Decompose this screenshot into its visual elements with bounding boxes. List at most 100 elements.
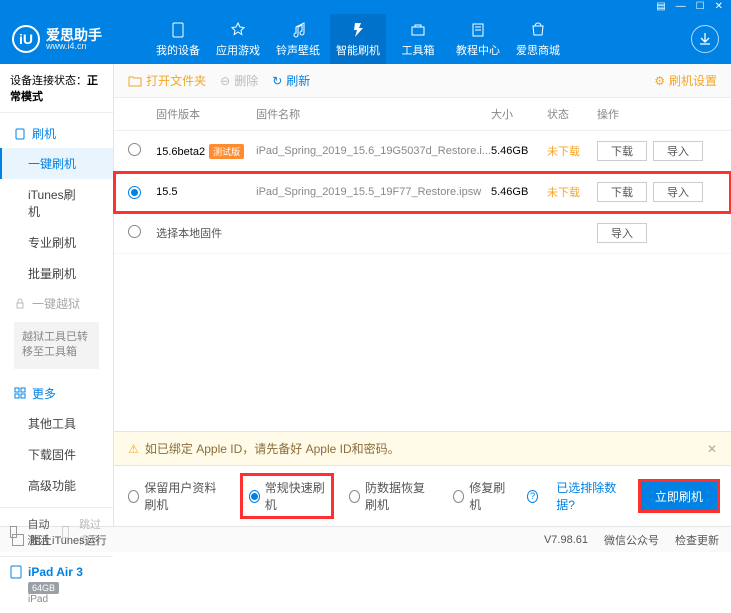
- opt-label: 保留用户资料刷机: [144, 479, 224, 513]
- fw-status: 未下载: [547, 184, 597, 200]
- check-update-link[interactable]: 检查更新: [675, 532, 719, 548]
- table-header: 固件版本 固件名称 大小 状态 操作: [114, 98, 731, 131]
- refresh-button[interactable]: ↻刷新: [272, 72, 310, 89]
- tutorial-icon: [469, 21, 487, 39]
- nav-app-games[interactable]: 应用游戏: [210, 14, 266, 64]
- close-icon[interactable]: ✕: [715, 2, 723, 12]
- device-info[interactable]: iPad Air 3 64GB iPad: [0, 556, 113, 613]
- block-itunes-checkbox[interactable]: [12, 534, 24, 546]
- logo-icon: iU: [12, 25, 40, 53]
- gear-icon: ⚙: [654, 74, 665, 88]
- ipad-icon: [10, 565, 22, 579]
- opt-keep-data[interactable]: 保留用户资料刷机: [128, 479, 224, 513]
- close-warning-icon[interactable]: ✕: [707, 442, 717, 456]
- import-local-button[interactable]: 导入: [597, 223, 647, 243]
- fw-name: iPad_Spring_2019_15.5_19F77_Restore.ipsw: [256, 186, 491, 198]
- radio-keep-data[interactable]: [128, 490, 139, 503]
- sidebar: 设备连接状态：正常模式 刷机 一键刷机iTunes刷机专业刷机批量刷机 一键越狱…: [0, 64, 114, 526]
- app-games-icon: [229, 21, 247, 39]
- open-folder-button[interactable]: 打开文件夹: [128, 72, 206, 89]
- device-icon: [14, 128, 26, 140]
- refresh-icon: ↻: [272, 74, 282, 88]
- main-panel: 打开文件夹 ⊖删除 ↻刷新 ⚙刷机设置 固件版本 固件名称 大小 状态 操作 1…: [114, 64, 731, 526]
- nav-store[interactable]: 爱思商城: [510, 14, 566, 64]
- sidebar-item-batch[interactable]: 批量刷机: [0, 258, 113, 289]
- import-button[interactable]: 导入: [653, 141, 703, 161]
- nav-smart-flash[interactable]: 智能刷机: [330, 14, 386, 64]
- warning-bar: ⚠ 如已绑定 Apple ID，请先备好 Apple ID和密码。 ✕: [114, 431, 731, 466]
- opt-label: 防数据恢复刷机: [365, 479, 435, 513]
- sidebar-item-dl-firmware[interactable]: 下载固件: [0, 439, 113, 470]
- sidebar-item-pro[interactable]: 专业刷机: [0, 227, 113, 258]
- fw-name: iPad_Spring_2019_15.6_19G5037d_Restore.i…: [256, 145, 491, 157]
- nav-label: 教程中心: [456, 42, 500, 58]
- nav-label: 工具箱: [402, 42, 435, 58]
- opt-label: 修复刷机: [469, 479, 509, 513]
- firmware-row[interactable]: 15.5iPad_Spring_2019_15.5_19F77_Restore.…: [114, 172, 731, 213]
- version-label: V7.98.61: [544, 534, 588, 546]
- smart-flash-icon: [349, 21, 367, 39]
- help-icon[interactable]: ?: [527, 490, 538, 503]
- exclude-data-link[interactable]: 已选排除数据?: [556, 479, 623, 513]
- maximize-icon[interactable]: ☐: [696, 2, 705, 12]
- sidebar-item-other-tools[interactable]: 其他工具: [0, 408, 113, 439]
- delete-button: ⊖删除: [220, 72, 258, 89]
- nav-ring-wall[interactable]: 铃声壁纸: [270, 14, 326, 64]
- firmware-row[interactable]: 15.6beta2测试版iPad_Spring_2019_15.6_19G503…: [114, 131, 731, 172]
- fw-size: 5.46GB: [491, 186, 547, 198]
- nav-label: 铃声壁纸: [276, 42, 320, 58]
- nav-toolbox[interactable]: 工具箱: [390, 14, 446, 64]
- beta-badge: 测试版: [209, 144, 244, 159]
- sidebar-item-itunes[interactable]: iTunes刷机: [0, 179, 113, 227]
- device-size: 64GB: [28, 582, 59, 594]
- radio-fw-1[interactable]: [128, 186, 141, 199]
- opt-recover[interactable]: 防数据恢复刷机: [349, 479, 435, 513]
- flash-now-button[interactable]: 立即刷机: [641, 482, 717, 510]
- my-device-icon: [169, 21, 187, 39]
- group-flash[interactable]: 刷机: [0, 119, 113, 148]
- local-firmware-row[interactable]: 选择本地固件 导入: [114, 213, 731, 254]
- radio-local[interactable]: [128, 225, 141, 238]
- opt-label: 常规快速刷机: [265, 479, 325, 513]
- radio-normal-fast[interactable]: [249, 490, 260, 503]
- wechat-link[interactable]: 微信公众号: [604, 532, 659, 548]
- nav-label: 智能刷机: [336, 42, 380, 58]
- device-model: iPad: [28, 594, 103, 605]
- group-more[interactable]: 更多: [0, 379, 113, 408]
- fw-size: 5.46GB: [491, 145, 547, 157]
- nav-label: 我的设备: [156, 42, 200, 58]
- ring-wall-icon: [289, 21, 307, 39]
- menu-icon[interactable]: ▤: [656, 2, 665, 12]
- radio-recover[interactable]: [349, 490, 360, 503]
- import-button[interactable]: 导入: [653, 182, 703, 202]
- minimize-icon[interactable]: —: [676, 2, 686, 12]
- folder-icon: [128, 75, 142, 87]
- download-button[interactable]: 下载: [597, 182, 647, 202]
- fw-status: 未下载: [547, 143, 597, 159]
- opt-normal-fast[interactable]: 常规快速刷机: [243, 476, 331, 516]
- more-icon: [14, 387, 26, 399]
- sidebar-item-one-key[interactable]: 一键刷机: [0, 148, 113, 179]
- header: iU 爱思助手 www.i4.cn 我的设备应用游戏铃声壁纸智能刷机 工具箱 教程中…: [0, 14, 731, 64]
- radio-fw-0[interactable]: [128, 143, 141, 156]
- flash-settings-button[interactable]: ⚙刷机设置: [654, 72, 717, 89]
- skip-guide-checkbox[interactable]: [62, 526, 69, 538]
- brand-name: 爱思助手: [46, 28, 102, 42]
- download-button[interactable]: 下载: [597, 141, 647, 161]
- nav-my-device[interactable]: 我的设备: [150, 14, 206, 64]
- jailbreak-note: 越狱工具已转移至工具箱: [14, 322, 99, 369]
- store-icon: [529, 21, 547, 39]
- download-icon[interactable]: [691, 25, 719, 53]
- nav-label: 应用游戏: [216, 42, 260, 58]
- nav-label: 爱思商城: [516, 42, 560, 58]
- brand-url: www.i4.cn: [46, 42, 102, 51]
- group-jailbreak: 一键越狱: [0, 289, 113, 318]
- fw-version: 15.5: [156, 186, 256, 198]
- warning-icon: ⚠: [128, 442, 139, 456]
- opt-repair[interactable]: 修复刷机: [453, 479, 509, 513]
- nav-tutorial[interactable]: 教程中心: [450, 14, 506, 64]
- sidebar-item-advanced[interactable]: 高级功能: [0, 470, 113, 501]
- radio-repair[interactable]: [453, 490, 464, 503]
- fw-version: 15.6beta2测试版: [156, 144, 256, 159]
- toolbox-icon: [409, 21, 427, 39]
